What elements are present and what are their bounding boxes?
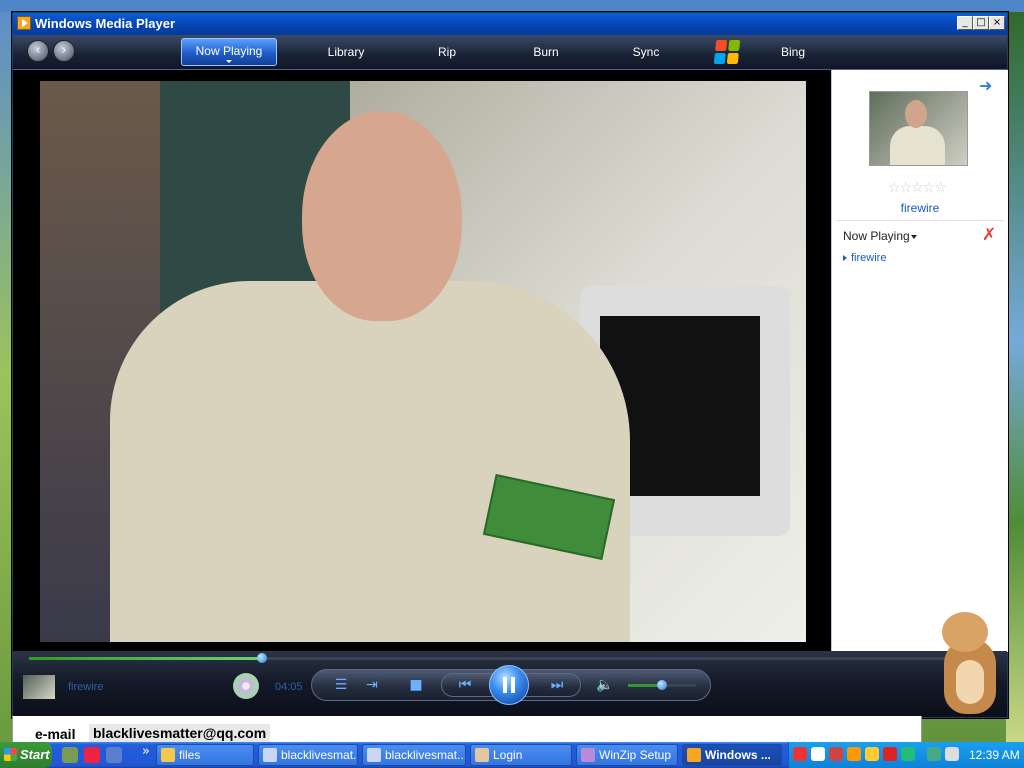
tab-now-playing[interactable]: Now Playing bbox=[181, 38, 277, 66]
stop-icon[interactable]: ■ bbox=[409, 677, 423, 693]
tray-icon[interactable] bbox=[865, 747, 879, 761]
volume-slider[interactable] bbox=[628, 680, 696, 690]
back-arrow-icon[interactable]: ‹ bbox=[27, 40, 49, 62]
album-art[interactable] bbox=[869, 91, 968, 166]
system-tray: 12:39 AM bbox=[788, 742, 1024, 768]
volume-icon[interactable]: 🔈 bbox=[596, 677, 614, 693]
email-value[interactable]: blacklivesmatter@qq.com bbox=[89, 724, 271, 742]
seek-progress bbox=[29, 657, 262, 660]
tray-icon[interactable] bbox=[847, 747, 861, 761]
tab-sync[interactable]: Sync bbox=[616, 35, 676, 69]
login-icon bbox=[475, 748, 489, 762]
email-label: e-mail bbox=[35, 726, 76, 742]
clear-list-icon[interactable]: ✗ bbox=[982, 225, 996, 245]
disc-icon bbox=[233, 673, 259, 699]
tray-icon[interactable] bbox=[883, 747, 897, 761]
navigation-bar: ‹ › Now Playing Library Rip Burn Sync Bi… bbox=[13, 35, 1007, 70]
seek-bar[interactable] bbox=[29, 653, 959, 663]
chevron-down-icon[interactable] bbox=[911, 235, 917, 239]
task-login[interactable]: Login bbox=[470, 744, 572, 766]
playing-indicator-icon bbox=[843, 255, 847, 261]
windows-logo-icon bbox=[713, 40, 741, 64]
speaker-icon[interactable] bbox=[945, 747, 959, 761]
task-files[interactable]: files bbox=[156, 744, 254, 766]
playlist-item[interactable]: firewire bbox=[843, 252, 886, 264]
media-player-icon bbox=[687, 748, 701, 762]
volume-thumb[interactable] bbox=[657, 680, 667, 690]
tab-rip[interactable]: Rip bbox=[417, 35, 477, 69]
tab-library[interactable]: Library bbox=[311, 35, 381, 69]
pause-icon bbox=[503, 677, 507, 693]
task-blacklivesmat-1[interactable]: blacklivesmat... bbox=[258, 744, 358, 766]
pause-button[interactable] bbox=[489, 665, 529, 705]
shuffle-icon[interactable]: ☰ bbox=[333, 677, 349, 693]
next-icon[interactable]: ⏭ bbox=[545, 677, 569, 693]
close-button[interactable]: × bbox=[989, 16, 1005, 30]
browser-icon[interactable] bbox=[84, 747, 100, 763]
tab-label: Now Playing bbox=[195, 44, 263, 58]
star-rating[interactable]: ☆☆☆☆☆ bbox=[888, 180, 947, 196]
task-windows-media-player[interactable]: Windows ... bbox=[682, 744, 782, 766]
video-person-head bbox=[302, 111, 462, 321]
tray-icon[interactable] bbox=[901, 747, 915, 761]
document-icon bbox=[367, 748, 381, 762]
folder-icon bbox=[161, 748, 175, 762]
video-area[interactable] bbox=[13, 70, 831, 660]
repeat-icon[interactable]: ⇥ bbox=[363, 677, 381, 693]
tray-icon[interactable] bbox=[829, 747, 843, 761]
now-playing-thumbnail[interactable] bbox=[23, 675, 55, 699]
window-title: Windows Media Player bbox=[35, 16, 176, 31]
taskbar: Start » files blacklivesmat... blacklive… bbox=[0, 742, 1024, 768]
desktop-background-right bbox=[1006, 12, 1024, 742]
media-player-icon bbox=[17, 16, 31, 30]
task-winzip-setup[interactable]: WinZip Setup bbox=[576, 744, 678, 766]
video-person bbox=[110, 281, 630, 642]
divider bbox=[836, 220, 1004, 221]
maximize-button[interactable]: □ bbox=[973, 16, 989, 30]
show-desktop-icon[interactable] bbox=[62, 747, 78, 763]
forward-arrow-icon[interactable]: › bbox=[53, 40, 75, 62]
elapsed-time: 04:05 bbox=[275, 681, 303, 693]
chevron-icon[interactable]: » bbox=[142, 744, 150, 759]
quicklaunch-icon[interactable] bbox=[106, 747, 122, 763]
playback-controls: firewire 04:05 ☰ ⇥ ■ ⏮ ⏭ 🔈 bbox=[13, 651, 1007, 717]
tray-icon[interactable] bbox=[811, 747, 825, 761]
seek-thumb[interactable] bbox=[256, 653, 267, 663]
task-blacklivesmat-2[interactable]: blacklivesmat... bbox=[362, 744, 466, 766]
minimize-button[interactable]: _ bbox=[957, 16, 973, 30]
tab-burn[interactable]: Burn bbox=[516, 35, 576, 69]
video-frame[interactable] bbox=[40, 81, 806, 642]
winzip-icon bbox=[581, 748, 595, 762]
previous-icon[interactable]: ⏮ bbox=[453, 677, 477, 693]
expand-arrow-icon[interactable]: ➜ bbox=[979, 76, 992, 95]
media-player-window: Windows Media Player _ □ × ‹ › Now Playi… bbox=[12, 12, 1008, 718]
title-bar[interactable]: Windows Media Player _ □ × bbox=[13, 13, 1007, 35]
desktop-background-left bbox=[0, 12, 12, 742]
playlist-item-label: firewire bbox=[851, 252, 887, 264]
network-icon[interactable] bbox=[927, 747, 941, 761]
document-icon bbox=[263, 748, 277, 762]
clock: 12:39 AM bbox=[969, 748, 1020, 762]
current-title[interactable]: firewire bbox=[832, 201, 1008, 215]
track-name: firewire bbox=[68, 681, 104, 693]
tab-bing[interactable]: Bing bbox=[763, 35, 823, 69]
playlist-dropdown[interactable]: Now Playing bbox=[843, 229, 910, 243]
start-button[interactable]: Start bbox=[0, 742, 52, 768]
chevron-down-icon bbox=[226, 60, 232, 63]
background-window: e-mail blacklivesmatter@qq.com bbox=[12, 716, 922, 742]
hamster-mascot-image bbox=[936, 612, 1002, 717]
desktop-background-top bbox=[0, 0, 1024, 12]
list-pane: ➜ ☆☆☆☆☆ firewire Now Playing ✗ firewire bbox=[831, 70, 1008, 652]
tray-icon[interactable] bbox=[793, 747, 807, 761]
